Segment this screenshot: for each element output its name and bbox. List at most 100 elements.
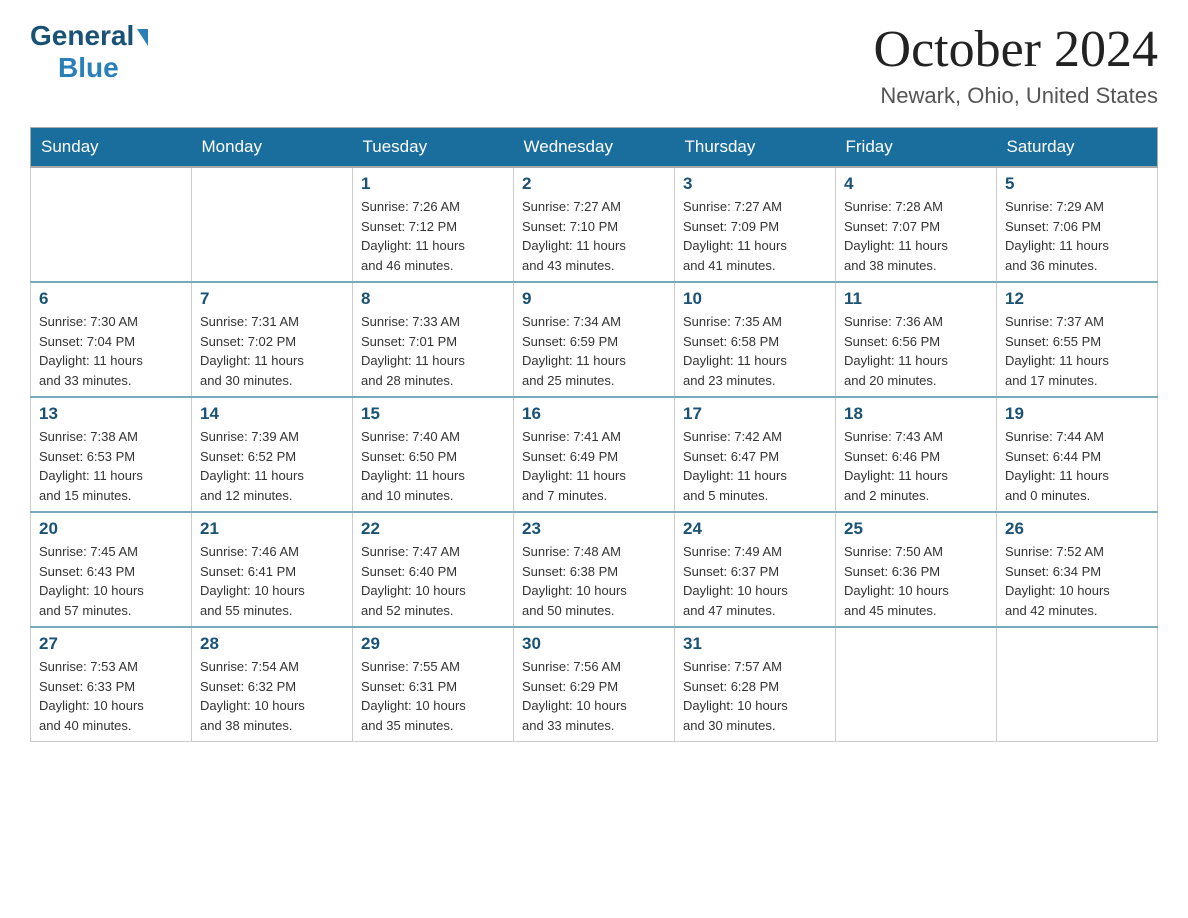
calendar-week-row: 27 Sunrise: 7:53 AMSunset: 6:33 PMDayligh…	[31, 627, 1158, 742]
day-number: 29	[361, 634, 505, 654]
day-number: 10	[683, 289, 827, 309]
col-monday: Monday	[192, 128, 353, 168]
calendar-week-row: 20 Sunrise: 7:45 AMSunset: 6:43 PMDayligh…	[31, 512, 1158, 627]
day-number: 26	[1005, 519, 1149, 539]
day-number: 13	[39, 404, 183, 424]
table-row: 2 Sunrise: 7:27 AMSunset: 7:10 PMDaylight…	[514, 167, 675, 282]
day-info: Sunrise: 7:47 AMSunset: 6:40 PMDaylight:…	[361, 542, 505, 620]
day-number: 30	[522, 634, 666, 654]
table-row: 22 Sunrise: 7:47 AMSunset: 6:40 PMDayligh…	[353, 512, 514, 627]
day-info: Sunrise: 7:27 AMSunset: 7:10 PMDaylight:…	[522, 197, 666, 275]
day-info: Sunrise: 7:46 AMSunset: 6:41 PMDaylight:…	[200, 542, 344, 620]
table-row: 17 Sunrise: 7:42 AMSunset: 6:47 PMDayligh…	[675, 397, 836, 512]
table-row	[997, 627, 1158, 742]
day-number: 4	[844, 174, 988, 194]
day-number: 28	[200, 634, 344, 654]
col-friday: Friday	[836, 128, 997, 168]
day-info: Sunrise: 7:42 AMSunset: 6:47 PMDaylight:…	[683, 427, 827, 505]
table-row: 4 Sunrise: 7:28 AMSunset: 7:07 PMDaylight…	[836, 167, 997, 282]
day-number: 14	[200, 404, 344, 424]
day-number: 22	[361, 519, 505, 539]
day-number: 21	[200, 519, 344, 539]
day-info: Sunrise: 7:55 AMSunset: 6:31 PMDaylight:…	[361, 657, 505, 735]
logo-blue-text: Blue	[58, 52, 119, 83]
day-number: 7	[200, 289, 344, 309]
col-tuesday: Tuesday	[353, 128, 514, 168]
day-info: Sunrise: 7:43 AMSunset: 6:46 PMDaylight:…	[844, 427, 988, 505]
day-number: 24	[683, 519, 827, 539]
table-row: 20 Sunrise: 7:45 AMSunset: 6:43 PMDayligh…	[31, 512, 192, 627]
day-info: Sunrise: 7:48 AMSunset: 6:38 PMDaylight:…	[522, 542, 666, 620]
col-thursday: Thursday	[675, 128, 836, 168]
calendar-week-row: 1 Sunrise: 7:26 AMSunset: 7:12 PMDaylight…	[31, 167, 1158, 282]
table-row	[836, 627, 997, 742]
title-area: October 2024 Newark, Ohio, United States	[874, 20, 1158, 109]
calendar-table: Sunday Monday Tuesday Wednesday Thursday…	[30, 127, 1158, 742]
calendar-week-row: 6Sunrise: 7:30 AMSunset: 7:04 PMDaylight…	[31, 282, 1158, 397]
day-number: 9	[522, 289, 666, 309]
table-row: 27 Sunrise: 7:53 AMSunset: 6:33 PMDayligh…	[31, 627, 192, 742]
day-info: Sunrise: 7:29 AMSunset: 7:06 PMDaylight:…	[1005, 197, 1149, 275]
table-row: 26 Sunrise: 7:52 AMSunset: 6:34 PMDayligh…	[997, 512, 1158, 627]
day-info: Sunrise: 7:31 AMSunset: 7:02 PMDaylight:…	[200, 312, 344, 390]
day-info: Sunrise: 7:33 AMSunset: 7:01 PMDaylight:…	[361, 312, 505, 390]
table-row: 11 Sunrise: 7:36 AMSunset: 6:56 PMDayligh…	[836, 282, 997, 397]
calendar-week-row: 13Sunrise: 7:38 AMSunset: 6:53 PMDayligh…	[31, 397, 1158, 512]
table-row: 14 Sunrise: 7:39 AMSunset: 6:52 PMDayligh…	[192, 397, 353, 512]
page-header: General Blue October 2024 Newark, Ohio, …	[30, 20, 1158, 109]
table-row: 29 Sunrise: 7:55 AMSunset: 6:31 PMDayligh…	[353, 627, 514, 742]
location-title: Newark, Ohio, United States	[874, 83, 1158, 109]
day-info: Sunrise: 7:37 AMSunset: 6:55 PMDaylight:…	[1005, 312, 1149, 390]
table-row: 5 Sunrise: 7:29 AMSunset: 7:06 PMDaylight…	[997, 167, 1158, 282]
day-info: Sunrise: 7:40 AMSunset: 6:50 PMDaylight:…	[361, 427, 505, 505]
day-info: Sunrise: 7:39 AMSunset: 6:52 PMDaylight:…	[200, 427, 344, 505]
table-row: 3Sunrise: 7:27 AMSunset: 7:09 PMDaylight…	[675, 167, 836, 282]
day-number: 23	[522, 519, 666, 539]
day-number: 5	[1005, 174, 1149, 194]
table-row: 31Sunrise: 7:57 AMSunset: 6:28 PMDayligh…	[675, 627, 836, 742]
day-info: Sunrise: 7:56 AMSunset: 6:29 PMDaylight:…	[522, 657, 666, 735]
day-number: 25	[844, 519, 988, 539]
day-number: 27	[39, 634, 183, 654]
col-wednesday: Wednesday	[514, 128, 675, 168]
table-row: 8Sunrise: 7:33 AMSunset: 7:01 PMDaylight…	[353, 282, 514, 397]
table-row: 21 Sunrise: 7:46 AMSunset: 6:41 PMDayligh…	[192, 512, 353, 627]
day-number: 12	[1005, 289, 1149, 309]
table-row: 1 Sunrise: 7:26 AMSunset: 7:12 PMDaylight…	[353, 167, 514, 282]
day-info: Sunrise: 7:53 AMSunset: 6:33 PMDaylight:…	[39, 657, 183, 735]
logo-general-text: General	[30, 20, 134, 52]
table-row: 10Sunrise: 7:35 AMSunset: 6:58 PMDayligh…	[675, 282, 836, 397]
month-title: October 2024	[874, 20, 1158, 79]
table-row: 12 Sunrise: 7:37 AMSunset: 6:55 PMDayligh…	[997, 282, 1158, 397]
day-info: Sunrise: 7:54 AMSunset: 6:32 PMDaylight:…	[200, 657, 344, 735]
day-number: 6	[39, 289, 183, 309]
day-number: 16	[522, 404, 666, 424]
day-info: Sunrise: 7:36 AMSunset: 6:56 PMDaylight:…	[844, 312, 988, 390]
day-info: Sunrise: 7:52 AMSunset: 6:34 PMDaylight:…	[1005, 542, 1149, 620]
day-info: Sunrise: 7:49 AMSunset: 6:37 PMDaylight:…	[683, 542, 827, 620]
col-saturday: Saturday	[997, 128, 1158, 168]
day-number: 1	[361, 174, 505, 194]
day-number: 17	[683, 404, 827, 424]
table-row	[192, 167, 353, 282]
table-row: 30 Sunrise: 7:56 AMSunset: 6:29 PMDayligh…	[514, 627, 675, 742]
day-info: Sunrise: 7:28 AMSunset: 7:07 PMDaylight:…	[844, 197, 988, 275]
table-row: 18 Sunrise: 7:43 AMSunset: 6:46 PMDayligh…	[836, 397, 997, 512]
day-info: Sunrise: 7:45 AMSunset: 6:43 PMDaylight:…	[39, 542, 183, 620]
logo-triangle-icon	[137, 29, 148, 46]
day-number: 2	[522, 174, 666, 194]
day-info: Sunrise: 7:34 AMSunset: 6:59 PMDaylight:…	[522, 312, 666, 390]
day-info: Sunrise: 7:26 AMSunset: 7:12 PMDaylight:…	[361, 197, 505, 275]
day-number: 11	[844, 289, 988, 309]
table-row: 13Sunrise: 7:38 AMSunset: 6:53 PMDayligh…	[31, 397, 192, 512]
day-number: 20	[39, 519, 183, 539]
col-sunday: Sunday	[31, 128, 192, 168]
calendar-header-row: Sunday Monday Tuesday Wednesday Thursday…	[31, 128, 1158, 168]
table-row: 16Sunrise: 7:41 AMSunset: 6:49 PMDayligh…	[514, 397, 675, 512]
table-row: 9 Sunrise: 7:34 AMSunset: 6:59 PMDaylight…	[514, 282, 675, 397]
day-number: 15	[361, 404, 505, 424]
table-row: 25Sunrise: 7:50 AMSunset: 6:36 PMDayligh…	[836, 512, 997, 627]
day-number: 19	[1005, 404, 1149, 424]
day-number: 18	[844, 404, 988, 424]
day-info: Sunrise: 7:27 AMSunset: 7:09 PMDaylight:…	[683, 197, 827, 275]
